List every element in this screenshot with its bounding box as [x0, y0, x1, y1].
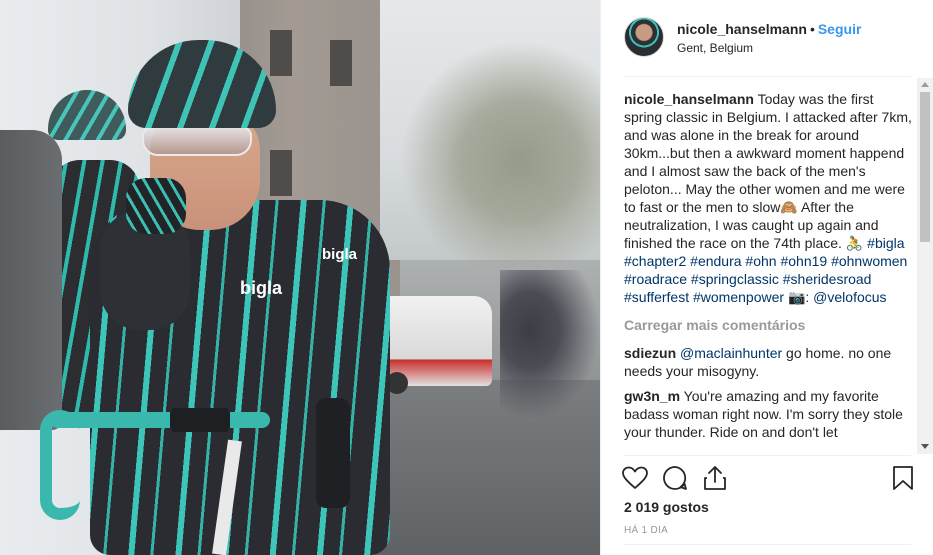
load-more-comments[interactable]: Carregar mais comentários	[624, 316, 912, 334]
helmet	[128, 40, 276, 128]
photo-credit[interactable]: : @velofocus	[805, 289, 886, 305]
caption-text: Today was the first spring classic in Be…	[624, 91, 912, 251]
divider	[624, 544, 911, 545]
bookmark-icon	[893, 466, 913, 490]
bicycle	[20, 380, 360, 555]
scroll-down-arrow-icon[interactable]	[921, 444, 929, 449]
post-panel: nicole_hanselmann • Seguir Gent, Belgium n…	[600, 0, 933, 555]
comment-username[interactable]: sdiezun	[624, 345, 676, 361]
post-timestamp[interactable]: HÁ 1 DIA	[624, 525, 668, 536]
follow-button[interactable]: Seguir	[818, 21, 862, 37]
share-icon	[704, 466, 726, 490]
jersey-logo-shoulder: bigla	[322, 246, 358, 263]
background-trees	[400, 40, 600, 280]
comment-username[interactable]: gw3n_m	[624, 388, 680, 404]
background-people	[500, 270, 600, 420]
glove	[126, 178, 186, 234]
action-bar	[621, 464, 917, 494]
avatar[interactable]	[624, 17, 664, 57]
post-photo[interactable]: bigla bigla	[0, 0, 600, 555]
camera-icon: 📷	[787, 289, 806, 305]
divider	[624, 455, 911, 456]
header-user-line: nicole_hanselmann • Seguir	[677, 21, 861, 37]
post-header: nicole_hanselmann • Seguir Gent, Belgium	[601, 0, 933, 75]
save-button[interactable]	[889, 464, 917, 492]
location-link[interactable]: Gent, Belgium	[677, 41, 753, 55]
header-username[interactable]: nicole_hanselmann	[677, 21, 807, 37]
glasses	[142, 126, 252, 156]
comment-button[interactable]	[661, 464, 689, 492]
caption-username[interactable]: nicole_hanselmann	[624, 91, 754, 107]
heart-icon	[622, 466, 648, 489]
likes-count[interactable]: 2 019 gostos	[624, 499, 709, 515]
comment-icon	[663, 466, 687, 490]
comment-mention[interactable]: @maclainhunter	[680, 345, 782, 361]
comments-list[interactable]: nicole_hanselmann Today was the first sp…	[624, 90, 912, 453]
like-button[interactable]	[621, 464, 649, 492]
separator-dot: •	[809, 21, 815, 37]
scroll-up-arrow-icon[interactable]	[921, 82, 929, 87]
scroll-thumb[interactable]	[920, 92, 930, 242]
comment-item: sdiezun @maclainhunter go home. no one n…	[624, 344, 912, 380]
caption: nicole_hanselmann Today was the first sp…	[624, 90, 912, 306]
divider	[624, 76, 911, 77]
comments-scrollbar[interactable]	[917, 78, 933, 454]
jersey-logo: bigla	[240, 278, 283, 298]
share-button[interactable]	[701, 464, 729, 492]
comment-item: gw3n_m You're amazing and my favorite ba…	[624, 387, 912, 441]
